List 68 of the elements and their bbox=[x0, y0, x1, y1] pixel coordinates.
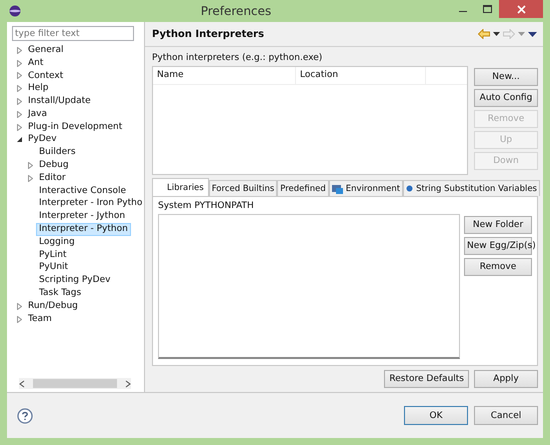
app-logo-icon bbox=[9, 5, 21, 17]
side-button[interactable]: New... bbox=[474, 68, 538, 86]
collapsed-arrow-icon[interactable] bbox=[16, 72, 22, 80]
close-button[interactable] bbox=[499, 0, 543, 18]
scroll-right-icon[interactable] bbox=[125, 380, 131, 388]
path-button[interactable]: New Folder bbox=[464, 216, 532, 234]
column-header[interactable]: Location bbox=[296, 67, 426, 84]
help-icon[interactable] bbox=[17, 408, 33, 424]
collapsed-arrow-icon[interactable] bbox=[28, 162, 32, 170]
tab[interactable]: Environment bbox=[328, 180, 404, 196]
dialog-button[interactable]: Cancel bbox=[474, 406, 538, 425]
close-icon bbox=[516, 4, 526, 14]
tab[interactable]: Libraries bbox=[152, 178, 209, 196]
side-button[interactable]: Auto Config bbox=[474, 89, 538, 107]
tree-item[interactable]: Interpreter - Iron Pytho bbox=[36, 197, 144, 210]
tree-item[interactable]: Debug bbox=[36, 159, 72, 172]
tree-item[interactable]: Ant bbox=[25, 56, 46, 70]
view-menu-icon[interactable] bbox=[528, 32, 537, 36]
scroll-left-icon[interactable] bbox=[19, 380, 25, 388]
tree-item[interactable]: Interpreter - Python bbox=[36, 223, 131, 236]
collapsed-arrow-icon[interactable] bbox=[16, 316, 22, 323]
tree-item[interactable]: Interpreter - Jython bbox=[36, 210, 128, 224]
tree-item[interactable]: PyUnit bbox=[36, 261, 72, 274]
pythonpath-list[interactable] bbox=[158, 214, 460, 359]
collapsed-arrow-icon[interactable] bbox=[16, 110, 22, 118]
tab[interactable]: Forced Builtins bbox=[208, 180, 278, 196]
collapsed-arrow-icon[interactable] bbox=[16, 98, 22, 106]
dropdown-caret-icon[interactable] bbox=[493, 32, 500, 36]
tree-item[interactable]: General bbox=[25, 44, 66, 57]
horizontal-scrollbar[interactable] bbox=[19, 378, 131, 389]
tree-item[interactable]: Logging bbox=[36, 236, 78, 249]
expanded-arrow-icon[interactable] bbox=[16, 137, 22, 142]
column-header[interactable]: Name bbox=[153, 67, 296, 84]
tree-item[interactable]: Plug-in Development bbox=[25, 120, 126, 134]
filter-field[interactable]: type filter text bbox=[12, 26, 134, 41]
collapsed-arrow-icon[interactable] bbox=[16, 85, 22, 92]
tree-item[interactable]: PyLint bbox=[36, 248, 70, 262]
tree-item[interactable]: Help bbox=[25, 82, 52, 96]
tree-item[interactable]: Team bbox=[25, 312, 55, 326]
window-title: Preferences bbox=[200, 4, 272, 18]
tree-item[interactable]: Context bbox=[25, 70, 66, 82]
collapsed-arrow-icon[interactable] bbox=[16, 46, 22, 54]
maximize-icon bbox=[482, 5, 492, 13]
tab[interactable]: String Substitution Variables bbox=[403, 180, 540, 196]
tree-item[interactable]: Editor bbox=[36, 172, 69, 185]
interpreters-table[interactable]: Name Location bbox=[152, 66, 468, 175]
page-button[interactable]: Apply bbox=[474, 370, 538, 388]
tree-item[interactable]: Java bbox=[25, 108, 50, 121]
tree-item[interactable]: Interactive Console bbox=[36, 184, 130, 198]
tab[interactable]: Predefined bbox=[277, 180, 329, 196]
tree-item[interactable]: PyDev bbox=[25, 133, 60, 146]
tree-item[interactable]: Scripting PyDev bbox=[36, 274, 114, 288]
page-title: Python Interpreters bbox=[152, 28, 266, 40]
collapsed-arrow-icon[interactable] bbox=[28, 174, 32, 182]
collapsed-arrow-icon[interactable] bbox=[16, 60, 22, 67]
dialog-button[interactable]: OK bbox=[404, 406, 468, 425]
tree-item[interactable]: Install/Update bbox=[25, 95, 94, 108]
path-button[interactable]: Remove bbox=[464, 258, 532, 276]
tree-item[interactable]: Task Tags bbox=[36, 287, 84, 300]
environment-icon bbox=[332, 184, 343, 194]
collapsed-arrow-icon[interactable] bbox=[16, 124, 22, 131]
page-button[interactable]: Restore Defaults bbox=[384, 370, 469, 388]
tree-item[interactable]: Run/Debug bbox=[25, 300, 81, 313]
pythonpath-label: System PYTHONPATH bbox=[158, 201, 255, 211]
collapsed-arrow-icon[interactable] bbox=[16, 302, 22, 310]
interpreters-label: Python interpreters (e.g.: python.exe) bbox=[152, 53, 324, 63]
dot-icon bbox=[406, 185, 414, 192]
tree-item[interactable]: Builders bbox=[36, 146, 79, 160]
